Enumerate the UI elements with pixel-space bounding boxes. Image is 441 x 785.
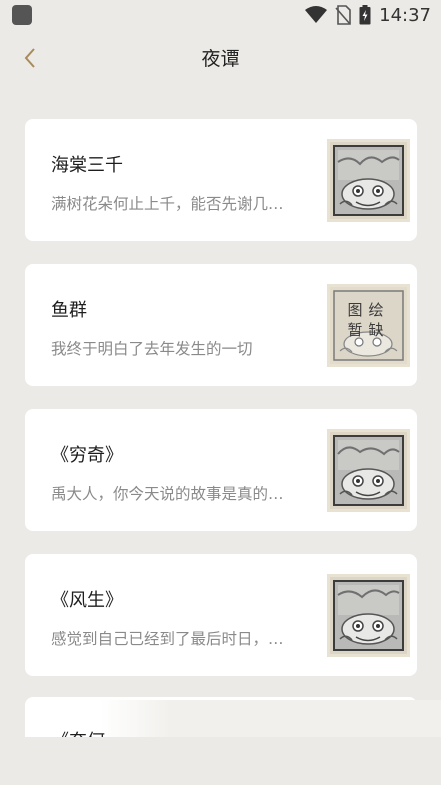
beast-illustration-icon (333, 435, 404, 506)
story-title: 鱼群 (51, 300, 87, 321)
no-sim-icon (335, 5, 351, 25)
story-card[interactable]: 《风生》 感觉到自己已经到了最后时日，… (25, 554, 417, 676)
story-list: 海棠三千 满树花朵何止上千，能否先谢几… 鱼群 我终于明白了去年发生的一切 图绘… (25, 119, 417, 699)
story-thumbnail (327, 139, 410, 222)
story-desc: 禹大人，你今天说的故事是真的… (51, 485, 284, 503)
page-title: 夜谭 (201, 48, 240, 70)
battery-icon (359, 5, 371, 25)
story-card[interactable]: 鱼群 我终于明白了去年发生的一切 图绘 暂缺 (25, 264, 417, 386)
story-desc: 满树花朵何止上千，能否先谢几… (51, 195, 284, 213)
beast-illustration-icon (333, 145, 404, 216)
story-thumbnail: 图绘 暂缺 (327, 284, 410, 367)
thumbnail-placeholder-text: 图绘 (347, 301, 390, 319)
beast-illustration-icon (333, 580, 404, 651)
story-desc: 我终于明白了去年发生的一切 (51, 340, 253, 358)
story-title: 海棠三千 (51, 155, 123, 176)
story-title: 《穷奇》 (51, 445, 123, 466)
app-notification-icon (12, 5, 32, 25)
status-icons: 14:37 (305, 4, 431, 26)
story-thumbnail (327, 429, 410, 512)
status-time: 14:37 (379, 4, 431, 26)
status-bar: 14:37 (0, 0, 441, 30)
thumbnail-placeholder-text: 暂缺 (347, 321, 390, 339)
story-thumbnail (327, 574, 410, 657)
bottom-area (0, 737, 441, 785)
story-title: 《风生》 (51, 590, 123, 611)
story-card[interactable]: 《穷奇》 禹大人，你今天说的故事是真的… (25, 409, 417, 531)
wifi-icon (305, 6, 328, 23)
header: 夜谭 (0, 30, 441, 86)
story-card[interactable]: 海棠三千 满树花朵何止上千，能否先谢几… (25, 119, 417, 241)
story-desc: 感觉到自己已经到了最后时日，… (51, 630, 284, 648)
